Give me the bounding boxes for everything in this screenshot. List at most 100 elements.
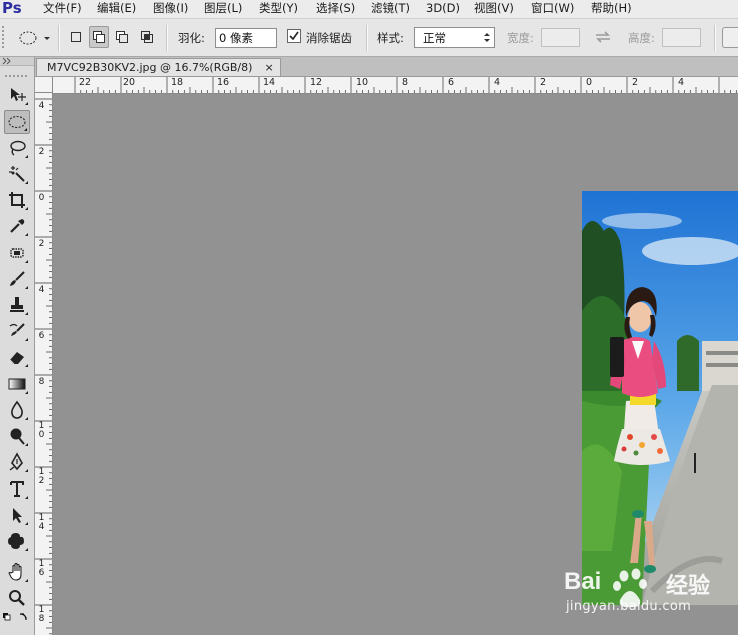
brush-tool[interactable]: [4, 267, 30, 291]
dodge-tool[interactable]: [4, 424, 30, 448]
elliptical-marquee-tool[interactable]: [4, 110, 30, 134]
eraser-icon: [9, 352, 24, 365]
ruler-label: 4: [494, 77, 501, 88]
history-brush-tool[interactable]: [4, 319, 30, 343]
photoshop-logo: Ps: [2, 0, 22, 17]
style-select[interactable]: 正常: [414, 27, 495, 48]
menu-layer[interactable]: 图层(L): [204, 0, 242, 18]
checkmark-icon: [289, 31, 299, 41]
brush-icon: [10, 271, 25, 286]
close-tab-icon[interactable]: ×: [264, 61, 273, 74]
quick-selection-tool[interactable]: [4, 162, 30, 186]
watermark-brand-right: 经验: [666, 574, 711, 599]
add-to-selection-button[interactable]: [89, 26, 109, 48]
pen-tool[interactable]: [4, 450, 30, 474]
width-input: [541, 28, 580, 47]
water-drop-icon: [11, 400, 23, 419]
ruler-origin[interactable]: [35, 77, 53, 93]
document-photo[interactable]: [582, 191, 738, 605]
clone-stamp-tool[interactable]: [4, 293, 30, 317]
custom-shape-tool[interactable]: [4, 529, 30, 553]
blur-tool[interactable]: [4, 398, 30, 422]
spot-healing-tool[interactable]: [4, 241, 30, 265]
elliptical-marquee-icon: [19, 31, 50, 45]
menu-filter[interactable]: 滤镜(T): [371, 0, 410, 18]
new-selection-button[interactable]: [66, 26, 86, 48]
ruler-label: 18: [171, 77, 184, 88]
ruler-label: 2: [632, 77, 639, 88]
intersect-selection-button[interactable]: [137, 26, 157, 48]
default-colors-swap[interactable]: [2, 611, 32, 629]
ruler-label: 16: [38, 559, 45, 578]
new-selection-icon: [71, 32, 81, 42]
crop-icon: [9, 192, 25, 208]
stamp-icon: [10, 297, 24, 312]
antialias-checkbox[interactable]: [287, 29, 301, 43]
ruler-label: 2: [540, 77, 547, 88]
add-to-selection-icon: [93, 31, 105, 43]
menu-image[interactable]: 图像(I): [153, 0, 188, 18]
magic-wand-icon: [9, 166, 25, 182]
lasso-icon: [10, 140, 26, 156]
ruler-label: 0: [38, 193, 45, 203]
move-tool[interactable]: [4, 83, 30, 107]
tools-grip: [4, 69, 30, 77]
watermark-url: jingyan.baidu.com: [566, 599, 692, 614]
eyedropper-tool[interactable]: [4, 214, 30, 238]
document-tab[interactable]: M7VC92B30KV2.jpg @ 16.7%(RGB/8) ×: [36, 58, 281, 76]
canvas-area[interactable]: [53, 94, 738, 635]
feather-input[interactable]: 0 像素: [215, 28, 277, 48]
type-tool[interactable]: [4, 477, 30, 501]
ruler-label: 4: [38, 285, 45, 295]
menu-select[interactable]: 选择(S): [316, 0, 355, 18]
path-selection-icon: [13, 508, 22, 523]
ruler-label: 12: [38, 467, 45, 486]
vertical-ruler-ticks: [35, 98, 52, 635]
lasso-tool[interactable]: [4, 136, 30, 160]
move-icon: [11, 88, 26, 101]
zoom-tool[interactable]: [4, 586, 30, 610]
options-divider: [166, 25, 168, 51]
menu-view[interactable]: 视图(V): [474, 0, 514, 18]
color-swap-icon: [3, 613, 27, 621]
eraser-tool[interactable]: [4, 345, 30, 369]
style-label: 样式:: [377, 31, 404, 45]
ruler-label: 6: [448, 77, 455, 88]
width-label: 宽度:: [507, 31, 534, 45]
eyedropper-icon: [10, 219, 25, 233]
menu-type[interactable]: 类型(Y): [259, 0, 298, 18]
subtract-from-selection-icon: [116, 31, 128, 43]
refine-edge-button[interactable]: [722, 27, 738, 48]
ruler-label: 8: [38, 377, 45, 387]
ruler-label: 22: [79, 77, 92, 88]
menu-window[interactable]: 窗口(W): [531, 0, 574, 18]
tool-preset-picker[interactable]: [14, 28, 54, 48]
vertical-ruler[interactable]: 4 2 0 2 4 6 8 10 12 14 16 18: [35, 93, 53, 635]
ruler-label: 10: [38, 421, 45, 440]
dodge-icon: [10, 428, 25, 445]
options-divider: [58, 25, 60, 51]
style-select-value: 正常: [423, 31, 446, 45]
ruler-label: 2: [38, 239, 45, 249]
bandage-icon: [10, 248, 24, 258]
collapse-panel-icon[interactable]: [2, 57, 12, 65]
menu-3d[interactable]: 3D(D): [426, 0, 460, 18]
menu-edit[interactable]: 编辑(E): [97, 0, 136, 18]
swap-arrows-icon: [596, 31, 610, 43]
watermark-brand-left: Bai: [564, 568, 602, 595]
options-bar: 羽化: 0 像素 消除锯齿 样式: 正常 宽度: 高度:: [0, 19, 738, 57]
gradient-tool[interactable]: [4, 372, 30, 396]
ruler-label: 16: [217, 77, 230, 88]
options-divider: [366, 25, 368, 51]
subtract-from-selection-button[interactable]: [112, 26, 132, 48]
menu-file[interactable]: 文件(F): [43, 0, 82, 18]
ruler-label: 12: [310, 77, 323, 88]
ruler-label: 8: [402, 77, 409, 88]
pen-icon: [9, 452, 23, 471]
crop-tool[interactable]: [4, 188, 30, 212]
menu-help[interactable]: 帮助(H): [591, 0, 632, 18]
ruler-label: 0: [586, 77, 593, 88]
horizontal-ruler[interactable]: 22 20 18 16 14 12 10 8 6 4 2 0 2 4: [53, 77, 738, 94]
path-selection-tool[interactable]: [4, 503, 30, 527]
hand-tool[interactable]: [4, 560, 30, 584]
